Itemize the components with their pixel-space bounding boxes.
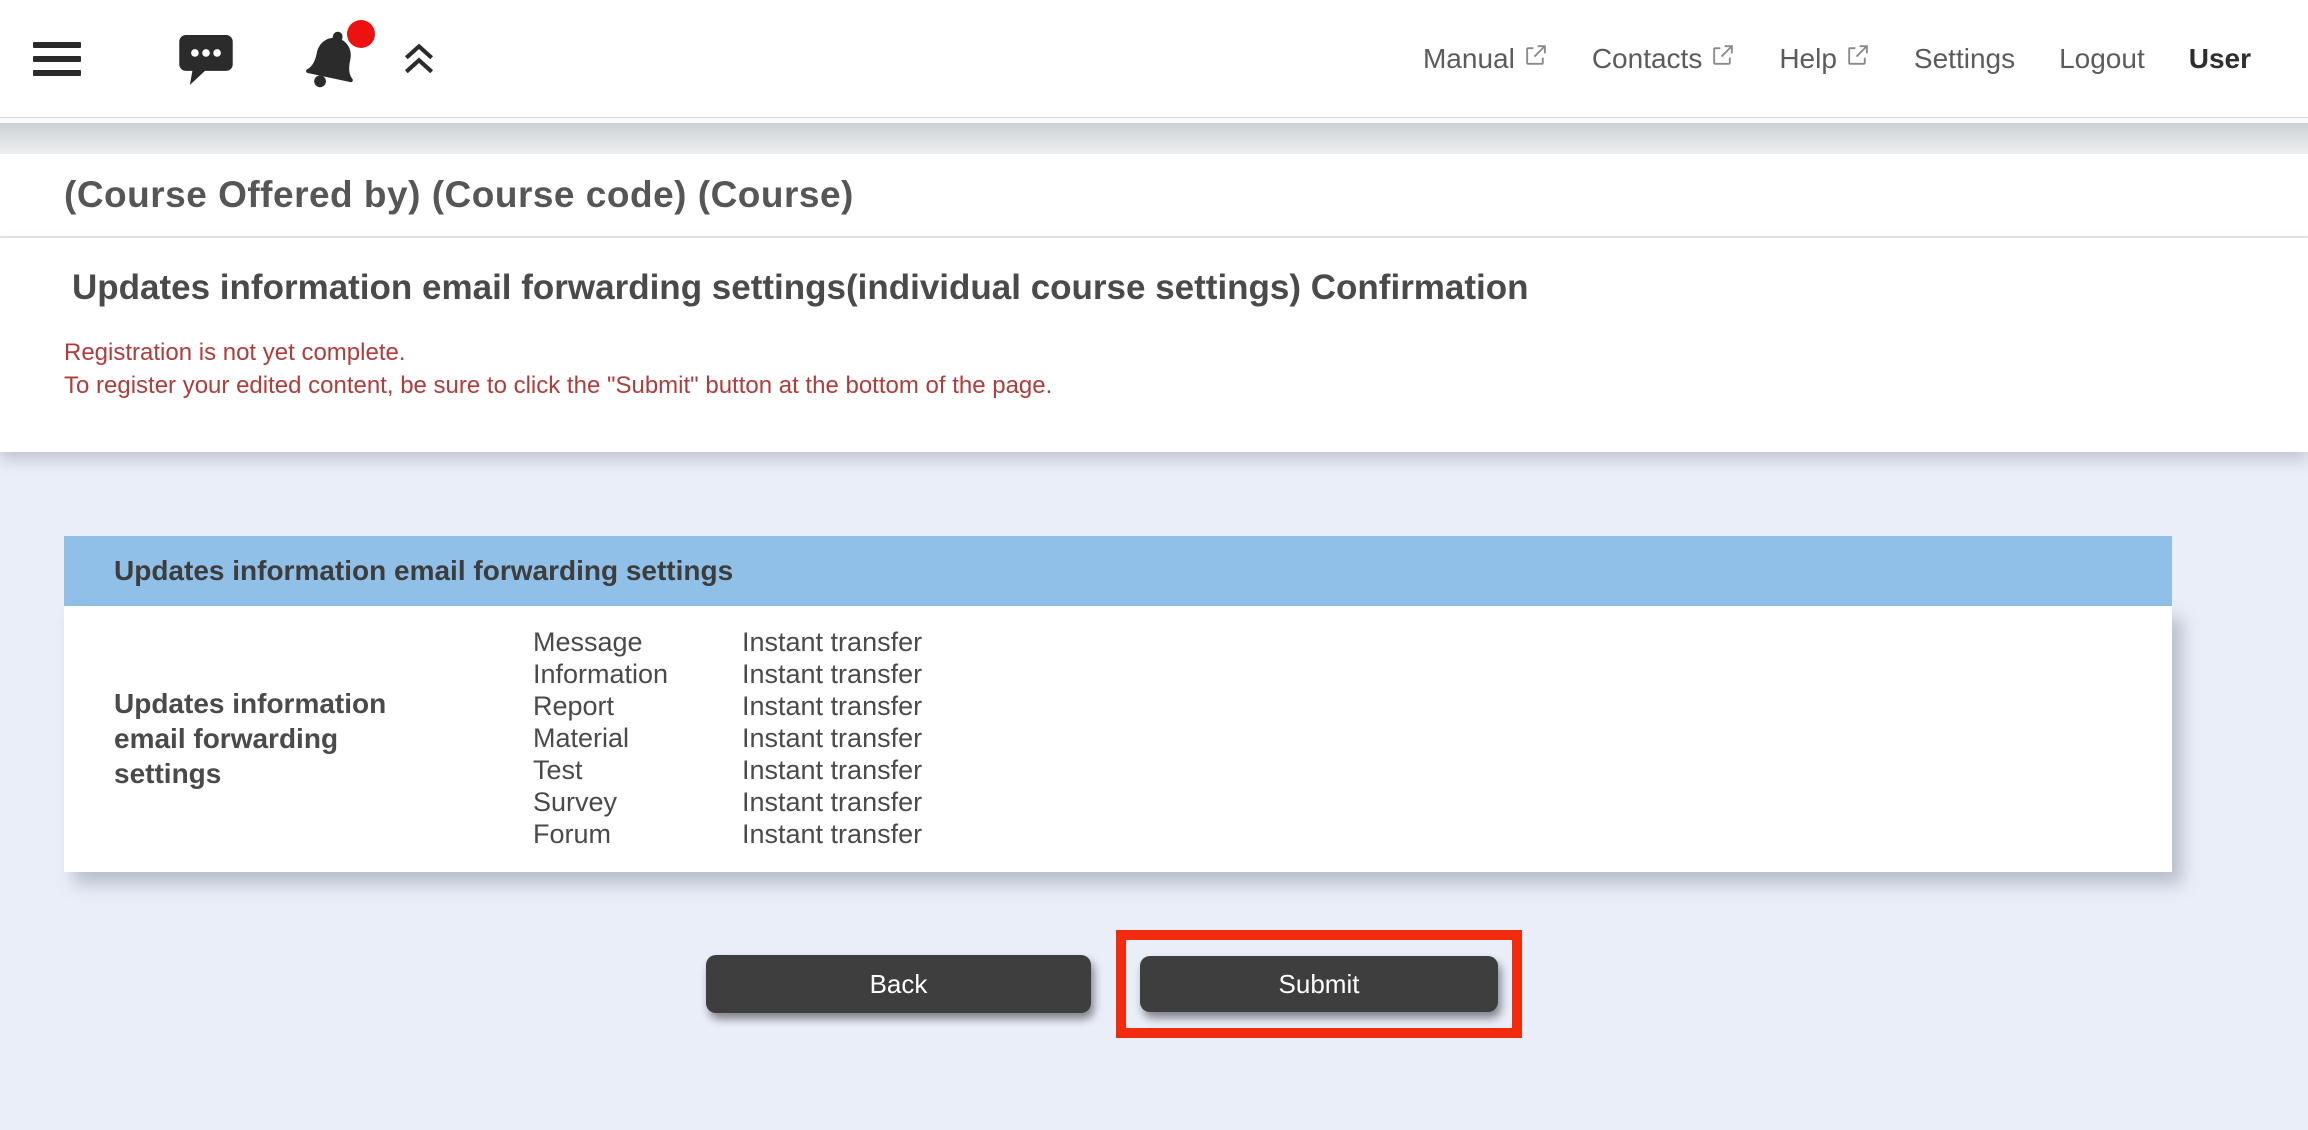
nav-manual-label: Manual	[1423, 43, 1515, 75]
row-value: Instant transfer	[742, 786, 922, 818]
nav-logout-label: Logout	[2059, 43, 2145, 75]
row-category: Information	[533, 658, 742, 690]
course-title-bar: (Course Offered by) (Course code) (Cours…	[0, 154, 2308, 238]
submit-highlight-box: Submit	[1116, 930, 1522, 1038]
row-category: Message	[533, 626, 742, 658]
action-buttons-row: Back Submit	[0, 930, 2268, 1038]
settings-table-header: Updates information email forwarding set…	[64, 536, 2172, 606]
external-link-icon	[1523, 43, 1548, 75]
warning-line-2: To register your edited content, be sure…	[64, 369, 2308, 402]
nav-contacts-label: Contacts	[1592, 43, 1703, 75]
top-bar-left-icons	[0, 26, 439, 92]
hamburger-menu-icon[interactable]	[33, 40, 81, 78]
messages-icon[interactable]	[175, 30, 237, 88]
settings-rows: Message Instant transfer Information Ins…	[533, 626, 922, 850]
nav-user-label: User	[2189, 43, 2251, 75]
row-value: Instant transfer	[742, 818, 922, 850]
back-button[interactable]: Back	[706, 955, 1091, 1013]
notifications-bell-icon[interactable]	[301, 26, 365, 92]
row-value: Instant transfer	[742, 690, 922, 722]
confirmation-section: Updates information email forwarding set…	[0, 238, 2308, 452]
settings-table-body: Updates information email forwarding set…	[64, 606, 2172, 872]
row-category: Survey	[533, 786, 742, 818]
table-row: Survey Instant transfer	[533, 786, 922, 818]
row-category: Material	[533, 722, 742, 754]
course-title: (Course Offered by) (Course code) (Cours…	[64, 174, 854, 216]
settings-table: Updates information email forwarding set…	[64, 536, 2172, 872]
row-value: Instant transfer	[742, 722, 922, 754]
main-content: Updates information email forwarding set…	[0, 452, 2308, 1130]
header-divider-band	[0, 118, 2308, 154]
nav-user[interactable]: User	[2189, 43, 2251, 75]
row-category: Report	[533, 690, 742, 722]
nav-settings[interactable]: Settings	[1914, 43, 2015, 75]
notification-badge	[347, 20, 375, 48]
external-link-icon	[1710, 43, 1735, 75]
nav-manual[interactable]: Manual	[1423, 43, 1548, 75]
top-nav: Manual Contacts Help	[1423, 43, 2308, 75]
nav-settings-label: Settings	[1914, 43, 2015, 75]
row-category: Forum	[533, 818, 742, 850]
table-row: Material Instant transfer	[533, 722, 922, 754]
row-category: Test	[533, 754, 742, 786]
table-row: Forum Instant transfer	[533, 818, 922, 850]
settings-row-label: Updates information email forwarding set…	[64, 686, 533, 791]
page-title: Updates information email forwarding set…	[72, 268, 2308, 308]
external-link-icon	[1845, 43, 1870, 75]
row-value: Instant transfer	[742, 626, 922, 658]
table-row: Test Instant transfer	[533, 754, 922, 786]
row-value: Instant transfer	[742, 754, 922, 786]
warning-line-1: Registration is not yet complete.	[64, 336, 2308, 369]
table-row: Information Instant transfer	[533, 658, 922, 690]
table-row: Report Instant transfer	[533, 690, 922, 722]
collapse-double-chevron-up-icon[interactable]	[399, 40, 439, 78]
nav-help-label: Help	[1779, 43, 1837, 75]
row-value: Instant transfer	[742, 658, 922, 690]
nav-contacts[interactable]: Contacts	[1592, 43, 1736, 75]
nav-logout[interactable]: Logout	[2059, 43, 2145, 75]
table-row: Message Instant transfer	[533, 626, 922, 658]
nav-help[interactable]: Help	[1779, 43, 1870, 75]
submit-button[interactable]: Submit	[1140, 956, 1498, 1012]
top-bar: Manual Contacts Help	[0, 0, 2308, 118]
